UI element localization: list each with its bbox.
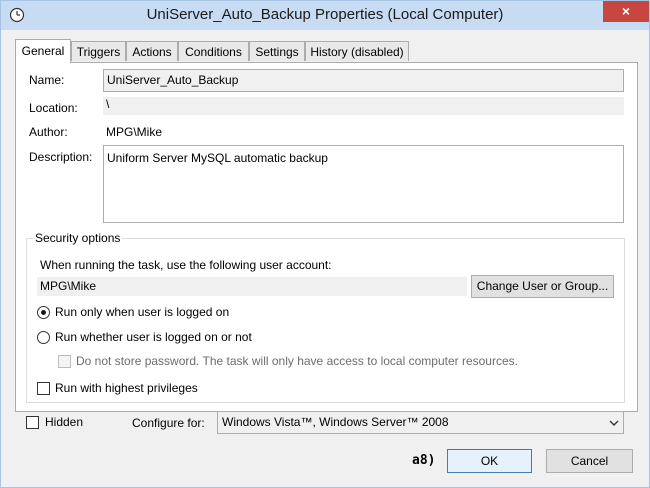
tab-triggers[interactable]: Triggers (71, 41, 126, 61)
no-store-password-checkbox[interactable] (58, 355, 71, 368)
radio-logged-on-only-label[interactable]: Run only when user is logged on (55, 305, 229, 319)
name-label: Name: (29, 73, 65, 87)
name-field[interactable]: UniServer_Auto_Backup (103, 69, 624, 92)
cancel-button[interactable]: Cancel (546, 449, 633, 473)
description-label: Description: (29, 150, 93, 164)
configure-for-select[interactable]: Windows Vista™, Windows Server™ 2008 (217, 411, 624, 434)
author-value: MPG\Mike (106, 125, 163, 139)
chevron-down-icon (609, 420, 619, 426)
ok-button[interactable]: OK (447, 449, 532, 473)
title-bar[interactable]: UniServer_Auto_Backup Properties (Local … (1, 1, 649, 30)
configure-for-value: Windows Vista™, Windows Server™ 2008 (222, 415, 449, 429)
account-prompt: When running the task, use the following… (40, 258, 332, 272)
author-label: Author: (29, 125, 68, 139)
security-options-group: Security options When running the task, … (26, 231, 625, 403)
properties-window: UniServer_Auto_Backup Properties (Local … (0, 0, 650, 488)
tab-conditions[interactable]: Conditions (178, 41, 249, 61)
close-icon: × (621, 3, 631, 19)
general-panel: Name: UniServer_Auto_Backup Location: \ … (15, 62, 638, 412)
tab-actions[interactable]: Actions (126, 41, 178, 61)
location-label: Location: (29, 101, 78, 115)
user-account-field: MPG\Mike (37, 277, 467, 296)
tab-settings[interactable]: Settings (249, 41, 305, 61)
window-title: UniServer_Auto_Backup Properties (Local … (146, 6, 504, 23)
no-store-password-label: Do not store password. The task will onl… (76, 354, 518, 368)
radio-logged-on-only[interactable] (37, 306, 50, 319)
tab-general[interactable]: General (15, 39, 71, 63)
configure-for-label: Configure for: (132, 416, 205, 430)
radio-whether-logged-on[interactable] (37, 331, 50, 344)
highest-privileges-checkbox[interactable] (37, 382, 50, 395)
change-user-button[interactable]: Change User or Group... (471, 275, 614, 298)
close-button[interactable]: × (603, 1, 649, 22)
annotation-label: a8) (412, 453, 436, 468)
security-options-title: Security options (33, 231, 123, 245)
description-textarea[interactable]: Uniform Server MySQL automatic backup (103, 145, 624, 223)
tab-history[interactable]: History (disabled) (305, 41, 409, 61)
location-field[interactable]: \ (103, 97, 624, 115)
hidden-label[interactable]: Hidden (45, 415, 83, 429)
hidden-checkbox[interactable] (26, 416, 39, 429)
highest-privileges-label[interactable]: Run with highest privileges (55, 381, 198, 395)
radio-whether-logged-on-label[interactable]: Run whether user is logged on or not (55, 330, 252, 344)
